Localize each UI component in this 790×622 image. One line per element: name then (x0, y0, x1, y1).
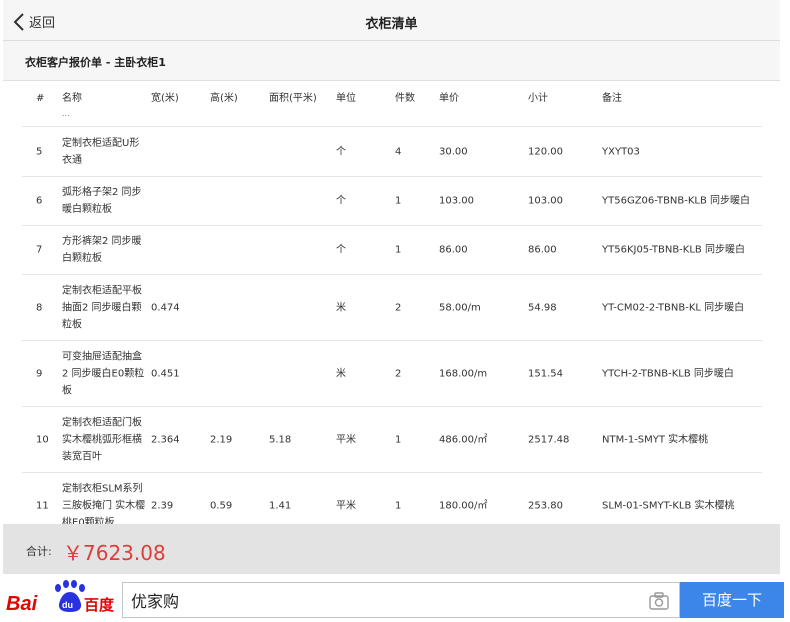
svg-text:百度: 百度 (84, 596, 115, 614)
col-price: 单价 (439, 93, 459, 104)
row-area: 5.18 (269, 434, 292, 445)
camera-icon[interactable] (649, 592, 669, 610)
col-index: # (36, 93, 45, 104)
row-name: 定制衣柜适配U形衣通 (62, 137, 140, 166)
row-qty: 1 (395, 195, 402, 207)
row-qty: 4 (395, 146, 402, 157)
row-note: YTCH-2-TBNB-KLB 同步暖白 (602, 368, 734, 379)
quote-header: 衣柜客户报价单 - 主卧衣柜1 (3, 41, 780, 81)
row-index: 8 (36, 302, 43, 313)
col-name: 名称 (62, 93, 82, 104)
row-note: SLM-01-SMYT-KLB 实木樱桃 (602, 500, 735, 511)
row-index: 5 (36, 146, 43, 157)
table-row[interactable]: 9 可变抽屉适配抽盒2 同步暖白E0颗粒板 0.451 米 2 168.00/m… (22, 340, 762, 406)
row-qty: 2 (395, 302, 402, 313)
row-qty: 1 (395, 500, 402, 511)
row-note: YT-CM02-2-TBNB-KL 同步暖白 (602, 302, 745, 313)
row-height: 2.19 (210, 434, 233, 445)
col-qty: 件数 (395, 93, 415, 104)
row-unit: 平米 (336, 500, 356, 511)
top-bar: 返回 衣柜清单 (3, 0, 780, 41)
row-unit: 个 (336, 244, 346, 256)
quote-title: 衣柜客户报价单 - 主卧衣柜1 (25, 56, 166, 69)
row-width: 2.364 (151, 434, 180, 445)
row-name: 定制衣柜适配平板抽面2 同步暖白颗粒板 (62, 285, 142, 330)
row-price: 86.00 (439, 244, 468, 256)
row-index: 6 (36, 195, 43, 207)
col-unit: 单位 (336, 93, 356, 104)
row-width: 0.474 (151, 302, 180, 313)
search-box[interactable] (122, 582, 680, 618)
total-amount: ￥7623.08 (63, 541, 166, 565)
row-subtotal: 253.80 (528, 500, 563, 511)
row-index: 7 (36, 244, 43, 256)
row-subtotal: 151.54 (528, 368, 563, 379)
total-label: 合计: (26, 545, 52, 558)
row-price: 58.00/m (439, 302, 481, 313)
row-price: 168.00/m (439, 368, 488, 379)
col-height: 高(米) (210, 93, 238, 104)
row-width: 2.39 (151, 500, 174, 511)
row-subtotal: 54.98 (528, 302, 557, 313)
search-input[interactable] (131, 589, 631, 611)
row-index: 10 (36, 434, 49, 445)
row-unit: 个 (336, 195, 346, 207)
row-height: 0.59 (210, 500, 233, 511)
row-qty: 1 (395, 244, 402, 256)
row-price: 180.00/㎡ (439, 500, 488, 511)
svg-text:Bai: Bai (6, 593, 38, 615)
row-note: YT56KJ05-TBNB-KLB 同步暖白 (602, 244, 745, 256)
total-summary: 合计: ￥7623.08 (3, 524, 780, 574)
row-name: 定制衣柜适配门板实木樱桃弧形框横装宽百叶 (62, 417, 142, 462)
table-header: # 名称 宽(米) 高(米) 面积(平米) 单位 件数 单价 小计 备注 (22, 81, 762, 111)
row-unit: 米 (336, 302, 346, 313)
row-name: 可变抽屉适配抽盒2 同步暖白E0颗粒板 (62, 351, 145, 396)
table-row[interactable]: 11 定制衣柜SLM系列三胺板掩门 实木樱桃E0颗粒板 2.39 0.59 1.… (22, 472, 762, 524)
col-area: 面积(平米) (269, 93, 317, 104)
row-price: 486.00/㎡ (439, 434, 488, 445)
col-subtotal: 小计 (528, 93, 548, 104)
baidu-search-button[interactable]: 百度一下 (680, 582, 784, 618)
row-name: 定制衣柜SLM系列三胺板掩门 实木樱桃E0颗粒板 (62, 483, 146, 524)
row-name: 弧形格子架2 同步暖白颗粒板 (62, 187, 142, 215)
svg-text:du: du (62, 600, 73, 610)
row-name: 方形裤架2 同步暖白颗粒板 (62, 236, 142, 264)
row-price: 30.00 (439, 146, 468, 157)
baidu-logo: du Bai 百度 (6, 580, 115, 615)
quote-table[interactable]: # 名称 宽(米) 高(米) 面积(平米) 单位 件数 单价 小计 备注 ...… (22, 81, 762, 524)
row-width: 0.451 (151, 368, 180, 379)
row-subtotal: 86.00 (528, 244, 557, 256)
table-row[interactable]: 10 定制衣柜适配门板实木樱桃弧形框横装宽百叶 2.364 2.19 5.18 … (22, 406, 762, 472)
partial-row-text: ... (62, 109, 70, 118)
baidu-search-bar: du Bai 百度 百度一下 (0, 576, 790, 622)
col-width: 宽(米) (151, 93, 179, 104)
row-qty: 2 (395, 368, 402, 379)
row-subtotal: 2517.48 (528, 434, 570, 445)
table-row[interactable]: 8 定制衣柜适配平板抽面2 同步暖白颗粒板 0.474 米 2 58.00/m … (22, 274, 762, 340)
row-note: YT56GZ06-TBNB-KLB 同步暖白 (602, 195, 751, 207)
row-index: 9 (36, 368, 43, 379)
row-qty: 1 (395, 434, 402, 445)
row-area: 1.41 (269, 500, 292, 511)
row-note: YXYT03 (602, 146, 640, 157)
row-unit: 平米 (336, 434, 356, 445)
row-index: 11 (36, 500, 49, 511)
col-note: 备注 (602, 93, 622, 104)
table-row[interactable]: 7 方形裤架2 同步暖白颗粒板 个 1 86.00 86.00 YT56KJ05… (22, 225, 762, 274)
row-unit: 个 (336, 146, 346, 157)
row-price: 103.00 (439, 195, 474, 207)
table-body: 5 定制衣柜适配U形衣通 个 4 30.00 120.00 YXYT03 6 弧… (22, 126, 762, 524)
page-title: 衣柜清单 (365, 17, 418, 32)
row-unit: 米 (336, 368, 346, 379)
row-subtotal: 103.00 (528, 195, 563, 207)
table-row[interactable]: 6 弧形格子架2 同步暖白颗粒板 个 1 103.00 103.00 YT56G… (22, 176, 762, 225)
row-subtotal: 120.00 (528, 146, 563, 157)
table-row[interactable]: 5 定制衣柜适配U形衣通 个 4 30.00 120.00 YXYT03 (22, 126, 762, 176)
row-note: NTM-1-SMYT 实木樱桃 (602, 434, 709, 445)
